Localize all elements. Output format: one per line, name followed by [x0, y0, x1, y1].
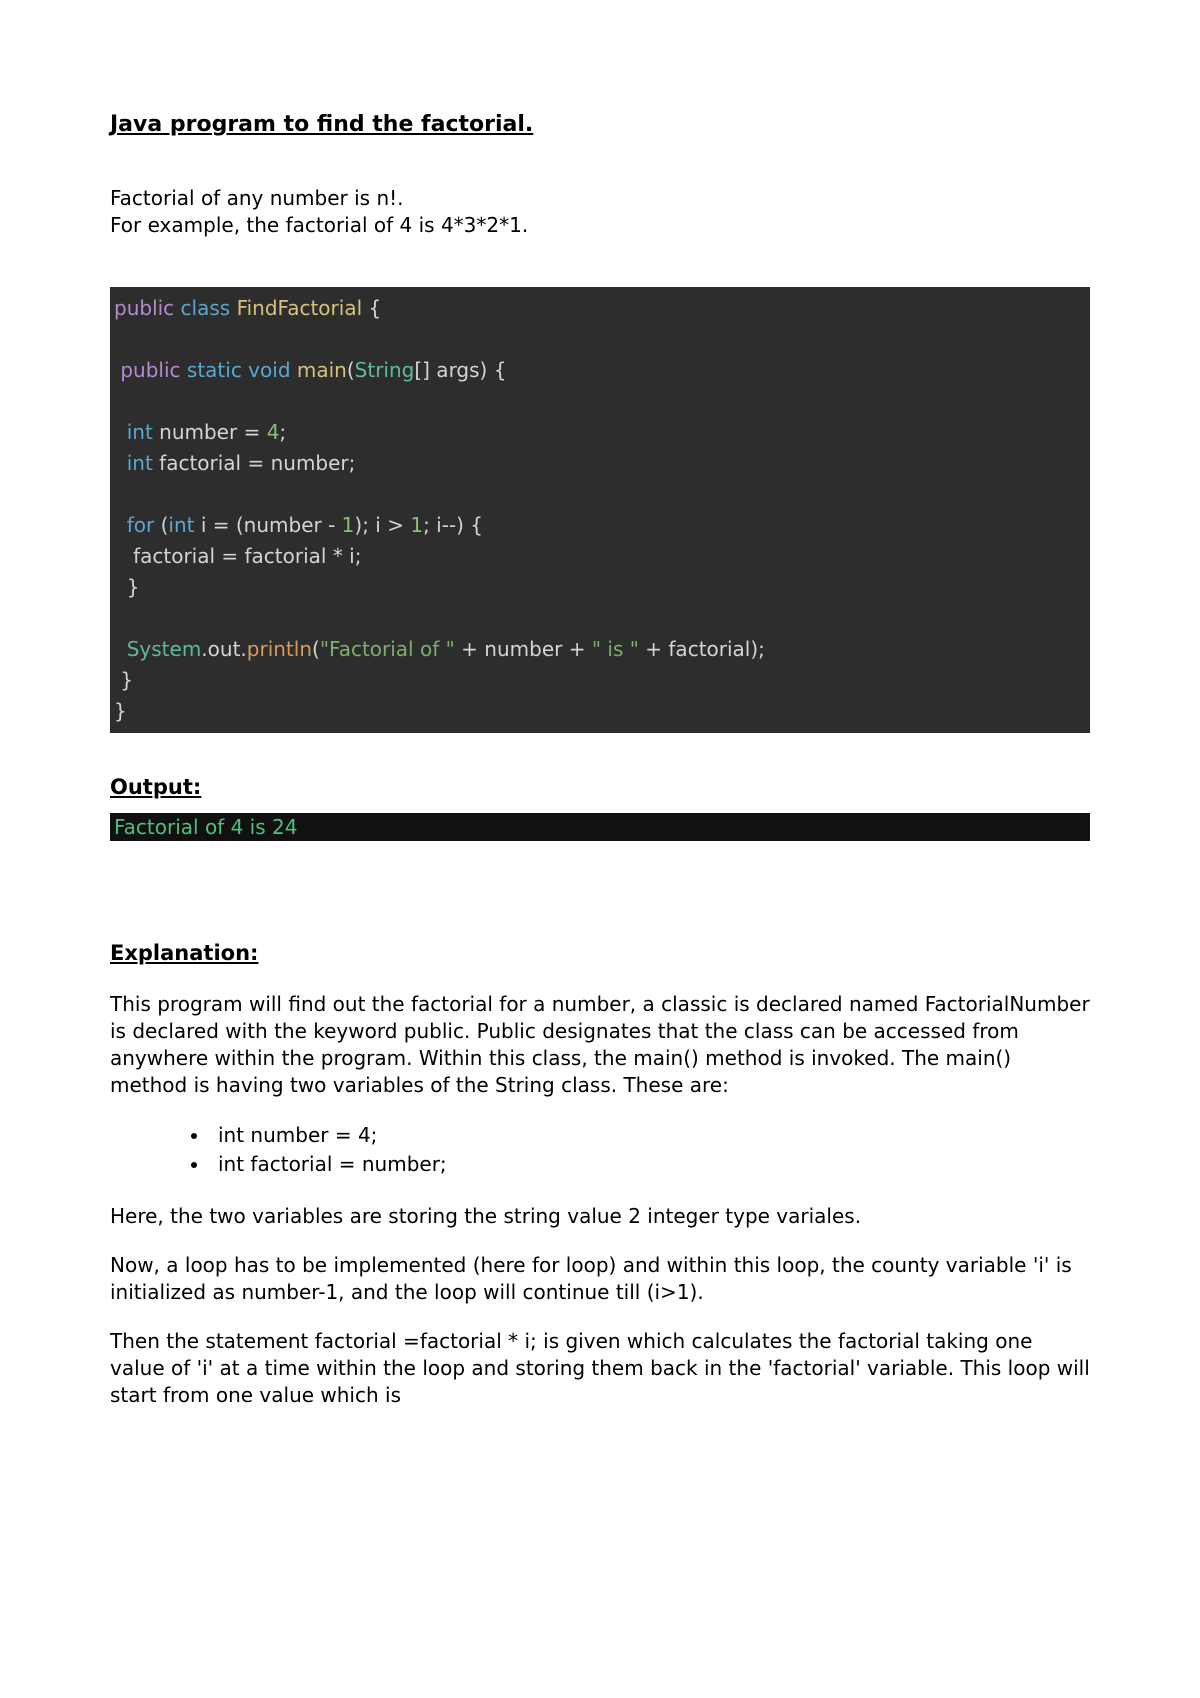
document-title: Java program to find the factorial. — [110, 112, 1090, 137]
list-item: int number = 4; — [210, 1121, 1090, 1150]
code-token: main — [291, 358, 347, 382]
code-token: } — [114, 575, 139, 599]
code-token: } — [114, 699, 127, 723]
paragraph-3: Now, a loop has to be implemented (here … — [110, 1252, 1090, 1306]
paragraph-2: Here, the two variables are storing the … — [110, 1203, 1090, 1230]
intro-text: Factorial of any number is n!. For examp… — [110, 185, 1090, 239]
code-token: String — [355, 358, 415, 382]
output-block: Factorial of 4 is 24 — [110, 813, 1090, 841]
code-token: static — [181, 358, 242, 382]
code-token: public — [114, 296, 174, 320]
code-token: int — [114, 451, 153, 475]
code-token: factorial = factorial * i; — [114, 544, 361, 568]
code-token: + factorial); — [639, 637, 765, 661]
code-block: public class FindFactorial { public stat… — [110, 287, 1090, 733]
code-token: println — [247, 637, 312, 661]
code-token: ; i--) { — [423, 513, 483, 537]
explanation-heading: Explanation: — [110, 941, 1090, 965]
code-token: ( — [312, 637, 320, 661]
code-token: 1 — [342, 513, 355, 537]
code-token: public — [114, 358, 181, 382]
paragraph-4: Then the statement factorial =factorial … — [110, 1328, 1090, 1409]
code-token: FindFactorial — [237, 296, 363, 320]
document-page: Java program to find the factorial. Fact… — [0, 0, 1200, 1698]
code-token: number = — [153, 420, 267, 444]
variable-list: int number = 4; int factorial = number; — [110, 1121, 1090, 1179]
code-token: ( — [347, 358, 355, 382]
code-token: int — [168, 513, 194, 537]
code-token: out — [208, 637, 241, 661]
intro-line-1: Factorial of any number is n!. — [110, 186, 404, 210]
code-token: 1 — [410, 513, 423, 537]
code-token: ( — [154, 513, 168, 537]
list-item: int factorial = number; — [210, 1150, 1090, 1179]
code-token: factorial = number; — [153, 451, 356, 475]
code-token: } — [114, 668, 133, 692]
output-heading: Output: — [110, 775, 1090, 799]
code-token: class — [174, 296, 236, 320]
paragraph-1: This program will find out the factorial… — [110, 991, 1090, 1099]
code-token: void — [242, 358, 291, 382]
intro-line-2: For example, the factorial of 4 is 4*3*2… — [110, 213, 528, 237]
code-token: "Factorial of " — [320, 637, 455, 661]
code-token: for — [114, 513, 154, 537]
code-token: { — [362, 296, 381, 320]
code-token: System — [114, 637, 201, 661]
code-token: ); i > — [354, 513, 410, 537]
code-token: i = (number - — [194, 513, 341, 537]
code-token: 4 — [267, 420, 280, 444]
code-token: + number + — [455, 637, 592, 661]
code-token: " is " — [592, 637, 639, 661]
code-token: int — [114, 420, 153, 444]
code-token: ; — [279, 420, 286, 444]
code-token: [] args) { — [414, 358, 506, 382]
